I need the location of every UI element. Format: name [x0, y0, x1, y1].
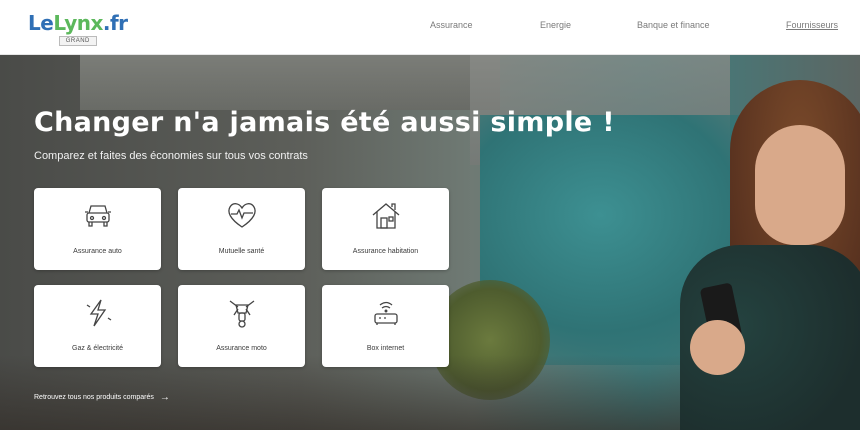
hero-person-hand — [690, 320, 745, 375]
all-products-link[interactable]: Retrouvez tous nos produits comparés → — [34, 392, 170, 403]
nav-item-banque[interactable]: Banque et finance — [637, 20, 710, 30]
router-icon — [373, 301, 398, 325]
nav-item-energie[interactable]: Energie — [540, 20, 571, 30]
all-products-link-label: Retrouvez tous nos produits comparés — [34, 394, 154, 401]
hero-background-window — [80, 55, 500, 110]
heart-pulse-icon — [227, 203, 256, 228]
hero-title: Changer n'a jamais été aussi simple ! — [34, 107, 615, 138]
card-label: Assurance habitation — [352, 248, 419, 255]
card-assurance-auto[interactable]: Assurance auto — [34, 188, 161, 270]
card-mutuelle-sante[interactable]: Mutuelle santé — [178, 188, 305, 270]
card-label: Assurance auto — [73, 248, 122, 255]
card-label: Box internet — [366, 345, 405, 352]
logo-badge: GRAND — [58, 36, 97, 46]
card-assurance-habitation[interactable]: Assurance habitation — [322, 188, 449, 270]
card-gaz-electricite[interactable]: Gaz & électricité — [34, 285, 161, 367]
card-label: Gaz & électricité — [72, 345, 123, 352]
arrow-right-icon: → — [159, 392, 170, 403]
moto-icon — [229, 300, 254, 328]
lightning-icon — [86, 299, 111, 327]
card-assurance-moto[interactable]: Assurance moto — [178, 285, 305, 367]
site-header: LeLynx.fr GRAND Assurance Energie Banque… — [0, 0, 860, 55]
hero-subtitle: Comparez et faites des économies sur tou… — [34, 150, 308, 162]
house-icon — [372, 203, 399, 229]
hero-person-face — [755, 125, 845, 245]
card-label: Mutuelle santé — [218, 248, 265, 255]
card-label: Assurance moto — [216, 345, 267, 352]
car-icon — [84, 205, 111, 227]
main-nav: Assurance Energie Banque et finance Four… — [0, 20, 860, 36]
nav-item-fournisseurs[interactable]: Fournisseurs — [786, 20, 838, 30]
nav-item-assurance[interactable]: Assurance — [430, 20, 473, 30]
card-box-internet[interactable]: Box internet — [322, 285, 449, 367]
hero-section: Changer n'a jamais été aussi simple ! Co… — [0, 55, 860, 430]
